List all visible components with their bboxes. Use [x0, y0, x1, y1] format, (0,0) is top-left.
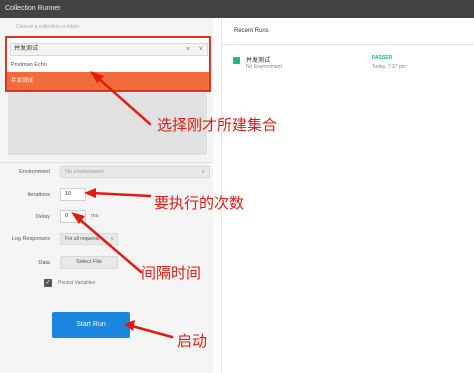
environment-value: No environment — [65, 169, 104, 175]
run-name: 并发测试 — [246, 58, 271, 64]
collection-picker-label: Choose a collection or folder — [16, 24, 80, 30]
delay-label: Delay — [35, 214, 50, 220]
chevron-down-icon[interactable]: ∨ — [199, 44, 203, 55]
collection-option[interactable]: Postman Echo — [7, 58, 209, 72]
recent-run-item[interactable]: 并发测试 No Environment PASSED Today, 7:37 p… — [222, 53, 474, 83]
persist-variables-checkbox[interactable]: ✓ — [44, 279, 52, 287]
clear-icon[interactable]: × — [186, 44, 190, 55]
iterations-label: Iterations — [27, 192, 50, 198]
environment-label: Environment — [19, 169, 50, 175]
recent-runs-panel: Recent Runs 并发测试 No Environment PASSED T… — [221, 18, 474, 373]
window-title: Collection Runner — [5, 5, 61, 12]
recent-runs-title: Recent Runs — [234, 28, 269, 34]
log-responses-select[interactable]: For all requests ∨ — [60, 233, 118, 245]
collection-option-highlighted[interactable]: 并发测试 — [7, 72, 209, 90]
title-bar: Collection Runner — [0, 0, 474, 18]
environment-select[interactable]: No environment ∨ — [60, 166, 210, 178]
delay-unit: ms — [91, 213, 99, 219]
start-run-button[interactable]: Start Run — [52, 312, 130, 338]
log-responses-label: Log Responses — [11, 236, 50, 242]
persist-variables-label: Persist Variables — [58, 280, 96, 286]
log-responses-value: For all requests — [65, 236, 100, 242]
recent-runs-header: Recent Runs — [222, 18, 474, 45]
delay-input[interactable]: 0 — [60, 210, 86, 223]
run-status: PASSED — [372, 55, 393, 61]
chevron-down-icon: ∨ — [110, 234, 114, 244]
status-indicator — [233, 57, 240, 64]
annotation-delay: 间隔时间 — [141, 264, 202, 282]
iterations-input[interactable]: 10 — [60, 188, 86, 201]
run-time: Today, 7:37 pm — [372, 64, 406, 70]
annotation-select-collection: 选择刚才所建集合 — [157, 116, 278, 134]
collection-dropdown[interactable]: 并发测试 × ∨ Postman Echo 并发测试 — [5, 36, 211, 92]
annotation-iterations: 要执行的次数 — [154, 194, 245, 212]
data-label: Data — [38, 260, 50, 266]
divider — [0, 162, 213, 163]
collection-select[interactable]: 并发测试 × ∨ — [10, 43, 208, 56]
run-environment: No Environment — [246, 64, 282, 70]
select-file-button[interactable]: Select File — [60, 256, 118, 269]
annotation-start: 启动 — [177, 332, 208, 350]
collection-selected-value: 并发测试 — [14, 46, 39, 52]
chevron-down-icon: ∨ — [201, 169, 205, 175]
